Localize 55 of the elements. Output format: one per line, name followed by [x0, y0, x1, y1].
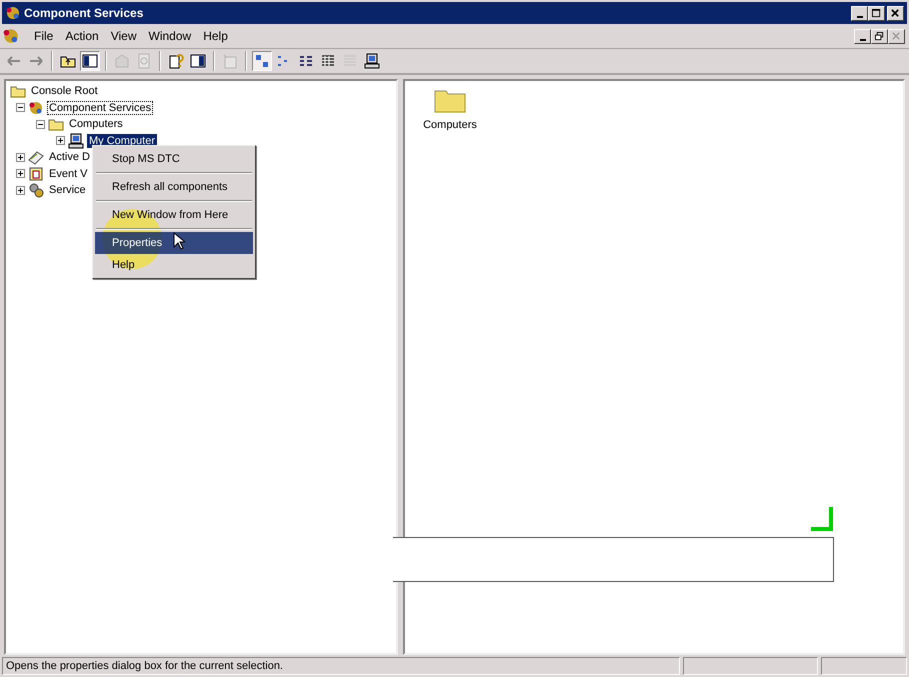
item-label[interactable]: Computers — [423, 119, 477, 131]
app-icon — [2, 27, 20, 45]
expander-icon[interactable] — [16, 103, 25, 112]
large-icon — [254, 53, 270, 69]
close-button[interactable] — [887, 6, 904, 20]
expander-icon[interactable] — [56, 136, 65, 146]
tree-item[interactable]: Event V — [47, 166, 90, 181]
tree-item[interactable]: Service — [47, 183, 88, 198]
minimize-icon — [860, 38, 866, 40]
minimize-icon — [856, 16, 862, 18]
computer-tool-button[interactable] — [362, 51, 382, 71]
corner-mark — [811, 507, 833, 531]
services-icon — [28, 100, 44, 116]
tree-item[interactable]: Computers — [67, 117, 125, 132]
refresh-icon — [136, 53, 152, 69]
tree-item[interactable]: Active D — [47, 150, 92, 164]
computer-icon — [68, 132, 84, 149]
computer-icon — [364, 53, 380, 69]
tree-icon — [82, 53, 98, 69]
tree-item[interactable]: Console Root — [29, 84, 100, 98]
detail-icon — [320, 53, 336, 69]
menu-item[interactable]: Stop MS DTC — [95, 148, 253, 170]
menu-item[interactable]: New Window from Here — [95, 204, 253, 226]
maximize-button[interactable] — [868, 6, 885, 20]
maximize-icon — [872, 8, 881, 18]
pointer-icon — [173, 232, 185, 250]
window-title: Component Services — [24, 6, 144, 20]
menu-item[interactable]: Help — [197, 29, 234, 43]
app-icon — [5, 5, 21, 21]
large-tool-button[interactable] — [252, 51, 272, 71]
tree-tool-button[interactable] — [80, 51, 100, 71]
expander-icon[interactable] — [16, 152, 25, 162]
help-icon — [168, 53, 184, 69]
newwin-icon — [222, 53, 238, 69]
menu-item[interactable]: Refresh all components — [95, 176, 253, 198]
tree-item[interactable]: Component Services — [47, 100, 154, 115]
restore-button[interactable] — [871, 28, 888, 44]
pane-icon — [190, 53, 206, 69]
minimize-button[interactable] — [851, 6, 868, 20]
menu-item[interactable]: File — [28, 29, 60, 43]
minimize-button[interactable] — [854, 28, 871, 44]
restore-icon — [875, 32, 884, 40]
close-button[interactable] — [888, 28, 905, 44]
menu-item[interactable]: Properties — [95, 232, 253, 254]
expander-icon[interactable] — [16, 169, 25, 178]
menu-item[interactable]: Action — [59, 29, 105, 43]
menu-item[interactable]: View — [104, 29, 142, 43]
expander-icon[interactable] — [36, 120, 45, 129]
menu-item[interactable]: Help — [95, 254, 253, 276]
menu-item[interactable]: Window — [142, 29, 198, 43]
close-icon — [892, 32, 901, 40]
expander-icon[interactable] — [16, 186, 25, 195]
list-icon — [298, 53, 314, 69]
status-text: Opens the properties dialog box for the current selection. — [2, 657, 680, 675]
close-icon — [891, 8, 900, 18]
